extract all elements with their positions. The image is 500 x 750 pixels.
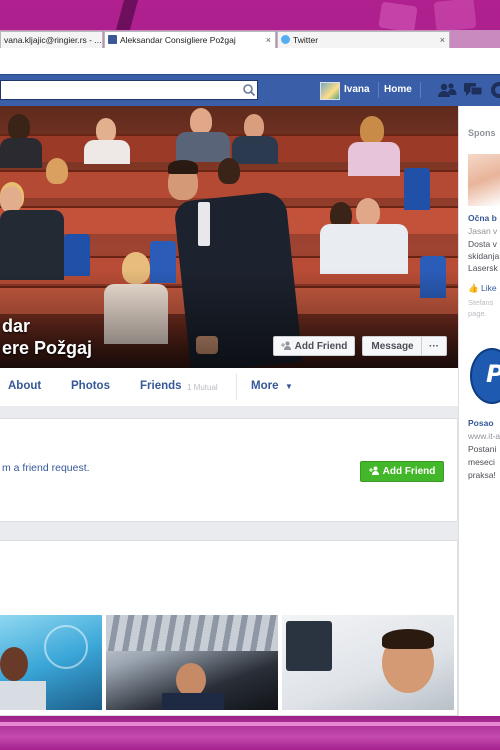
tab-label: Aleksandar Consigliere Požgaj bbox=[120, 35, 236, 45]
notifications-icon[interactable] bbox=[489, 81, 500, 99]
person bbox=[162, 693, 224, 710]
standing-man bbox=[198, 202, 210, 246]
ad-title[interactable]: Očna b bbox=[468, 213, 500, 223]
chair bbox=[404, 168, 430, 210]
like-icon: 👍 bbox=[468, 283, 479, 293]
user-name-link[interactable]: Ivana bbox=[344, 84, 370, 95]
browser-tab-facebook[interactable]: Aleksandar Consigliere Požgaj × bbox=[104, 31, 276, 48]
browser-tab-mail[interactable]: vana.kljajic@ringier.rs - ... bbox=[0, 31, 103, 48]
ad-text: skidanja bbox=[468, 251, 500, 261]
browser-tab-twitter[interactable]: Twitter × bbox=[277, 31, 450, 48]
avatar[interactable] bbox=[320, 82, 340, 100]
add-friend-button[interactable]: Add Friend bbox=[273, 336, 355, 356]
tab-friends[interactable]: Friends bbox=[140, 380, 182, 392]
mutual-friends-count: 1 Mutual bbox=[187, 383, 218, 392]
ad-text: meseci bbox=[468, 457, 495, 467]
person bbox=[0, 681, 46, 710]
person bbox=[0, 186, 22, 212]
person bbox=[96, 118, 116, 142]
close-tab-icon[interactable]: × bbox=[440, 32, 445, 48]
frame-decoration bbox=[115, 0, 139, 30]
tab-about[interactable]: About bbox=[8, 380, 41, 392]
frame-decoration bbox=[378, 1, 418, 33]
add-friend-icon bbox=[280, 341, 291, 350]
person bbox=[84, 140, 130, 164]
profile-name[interactable]: ere Požgaj bbox=[2, 338, 92, 359]
add-friend-label: Add Friend bbox=[294, 341, 348, 352]
home-link[interactable]: Home bbox=[384, 84, 412, 95]
tab-label: vana.kljajic@ringier.rs - ... bbox=[4, 35, 102, 45]
search-icon[interactable] bbox=[242, 83, 256, 97]
person bbox=[176, 132, 230, 162]
tab-photos[interactable]: Photos bbox=[71, 380, 110, 392]
friend-request-text: m a friend request. bbox=[2, 462, 90, 474]
ad-like-link[interactable]: 👍 Like bbox=[468, 283, 500, 294]
bubble bbox=[44, 625, 88, 669]
ad-like-by: page. bbox=[468, 309, 487, 318]
person bbox=[320, 224, 408, 274]
person bbox=[356, 198, 380, 226]
person bbox=[46, 158, 68, 184]
laptop bbox=[286, 621, 332, 671]
close-tab-icon[interactable]: × bbox=[266, 32, 271, 48]
tab-label: Twitter bbox=[293, 35, 319, 45]
frame-decoration bbox=[0, 722, 500, 726]
browser-toolbar bbox=[0, 48, 500, 74]
facebook-icon bbox=[108, 35, 117, 44]
twitter-icon bbox=[281, 35, 290, 44]
ad-text: praksa! bbox=[468, 470, 496, 480]
person bbox=[382, 629, 434, 649]
messages-icon[interactable] bbox=[463, 81, 483, 99]
person bbox=[190, 108, 212, 134]
photo-thumbnail[interactable] bbox=[282, 615, 454, 710]
ad-text: Lasersk bbox=[468, 263, 498, 273]
more-dots-icon: ··· bbox=[429, 341, 439, 352]
person bbox=[232, 136, 278, 164]
person bbox=[244, 114, 264, 138]
ad-logo-mark: P bbox=[486, 360, 500, 388]
ad-source: Jasan v bbox=[468, 226, 498, 236]
like-label: Like bbox=[480, 283, 497, 293]
photo-thumbnail[interactable] bbox=[0, 615, 102, 710]
photo-thumbnail[interactable] bbox=[106, 615, 278, 710]
ad-text: Postani bbox=[468, 444, 497, 454]
person bbox=[8, 114, 30, 140]
frame-decoration bbox=[433, 0, 477, 33]
person bbox=[218, 158, 240, 184]
ad-title[interactable]: Posao bbox=[468, 418, 500, 428]
divider bbox=[420, 82, 421, 98]
add-friend-label: Add Friend bbox=[382, 466, 436, 477]
message-button[interactable]: Message bbox=[362, 336, 422, 356]
search-input[interactable] bbox=[0, 80, 258, 100]
person bbox=[348, 142, 400, 176]
more-options-button[interactable]: ··· bbox=[421, 336, 447, 356]
profile-name[interactable]: dar bbox=[2, 316, 30, 337]
ad-like-by: Stefans bbox=[468, 298, 494, 307]
sponsored-heading: Spons bbox=[468, 128, 496, 138]
person bbox=[176, 663, 206, 697]
person bbox=[0, 647, 28, 681]
person bbox=[360, 116, 384, 144]
car-roof bbox=[106, 615, 278, 651]
divider bbox=[236, 374, 237, 400]
ad-text: Dosta v bbox=[468, 239, 497, 249]
add-friend-icon bbox=[368, 466, 379, 475]
ad-image[interactable] bbox=[468, 154, 500, 206]
profile-nav bbox=[0, 368, 458, 407]
person bbox=[0, 138, 42, 168]
caret-down-icon[interactable]: ▼ bbox=[285, 382, 293, 391]
tab-more[interactable]: More bbox=[251, 380, 278, 392]
divider bbox=[378, 82, 379, 98]
add-friend-green-button[interactable]: Add Friend bbox=[360, 461, 444, 482]
friend-requests-icon[interactable] bbox=[437, 81, 457, 99]
message-label: Message bbox=[371, 341, 414, 352]
standing-man bbox=[168, 160, 198, 174]
ad-source: www.it-a bbox=[468, 431, 500, 441]
